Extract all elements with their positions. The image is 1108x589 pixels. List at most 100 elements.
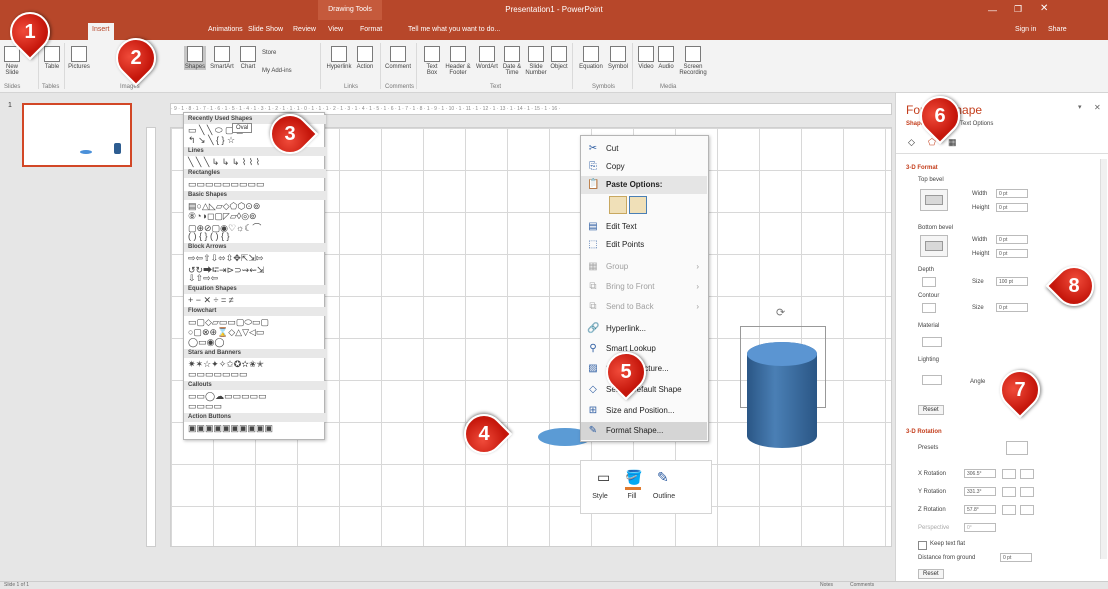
- sign-in-link[interactable]: Sign in: [1015, 26, 1036, 33]
- equation-icon: [583, 46, 599, 62]
- new-slide-button[interactable]: New Slide: [2, 46, 22, 76]
- depth-size-input[interactable]: 100 pt: [996, 277, 1028, 286]
- menu-item-edit-points[interactable]: ⬚ Edit Points: [581, 236, 707, 254]
- my-addins-button[interactable]: My Add-ins: [262, 68, 314, 74]
- shapes-gallery: Recently Used Shapes ▭ ╲ ╲ ⬭ ▢ ◻ Oval ↰ …: [183, 112, 326, 440]
- group-symbols: Symbols: [592, 84, 616, 90]
- lines-row[interactable]: ╲ ╲ ╲ ↳ ↳ ↳ ⌇ ⌇ ⌇: [188, 157, 260, 168]
- wordart-button[interactable]: WordArt: [474, 46, 500, 70]
- menu-item-set-default-shape[interactable]: ◇ Set as Default Shape: [581, 381, 707, 399]
- y-rotation-input[interactable]: 331.3°: [964, 487, 996, 496]
- tab-text-options[interactable]: Text Options: [960, 121, 993, 127]
- keep-text-flat-checkbox[interactable]: [918, 541, 927, 550]
- menu-item-cut[interactable]: ✂ Cut: [581, 140, 707, 158]
- tab-view[interactable]: View: [328, 26, 343, 33]
- x-rotation-input[interactable]: 306.5°: [964, 469, 996, 478]
- paste-keep-icon[interactable]: [609, 196, 627, 214]
- restore-icon[interactable]: ❐: [1014, 4, 1022, 15]
- style-icon[interactable]: ▭: [597, 469, 610, 486]
- video-button[interactable]: Video: [636, 46, 656, 70]
- rotate-ccw-icon[interactable]: [1002, 505, 1016, 515]
- z-rotation-input[interactable]: 57.8°: [964, 505, 996, 514]
- top-bevel-button[interactable]: [920, 189, 948, 211]
- chevron-down-icon[interactable]: ▾: [1078, 103, 1082, 111]
- shapes-button[interactable]: Shapes: [184, 46, 206, 70]
- close-icon[interactable]: ✕: [1040, 3, 1048, 14]
- material-label: Material: [918, 323, 940, 329]
- callouts-row2[interactable]: ▭▭▭▭: [188, 401, 222, 412]
- menu-item-copy[interactable]: ⎘ Copy: [581, 158, 707, 176]
- rotate-up-icon[interactable]: [1002, 487, 1016, 497]
- top-bevel-width[interactable]: 0 pt: [996, 189, 1028, 198]
- depth-color-button[interactable]: [922, 277, 936, 287]
- reset-button-2[interactable]: Reset: [918, 569, 944, 579]
- distance-input[interactable]: 0 pt: [1000, 553, 1032, 562]
- tell-me-box[interactable]: Tell me what you want to do...: [408, 26, 500, 33]
- store-button[interactable]: Store: [262, 50, 292, 56]
- action-buttons-row[interactable]: ▣▣▣▣▣▣▣▣▣▣: [188, 423, 273, 434]
- audio-button[interactable]: Audio: [656, 46, 676, 70]
- rotate-right-icon[interactable]: [1020, 469, 1034, 479]
- textbox-button[interactable]: Text Box: [422, 46, 442, 76]
- tab-format[interactable]: Format: [360, 26, 382, 33]
- notes-button[interactable]: Notes: [820, 582, 833, 588]
- section-3d-rotation[interactable]: 3-D Rotation: [906, 429, 942, 435]
- rectangles-row[interactable]: ▭▭▭▭▭▭▭▭▭: [188, 179, 265, 190]
- top-bevel-height[interactable]: 0 pt: [996, 203, 1028, 212]
- stars-row2[interactable]: ▭▭▭▭▭▭▭: [188, 369, 248, 380]
- smartart-button[interactable]: SmartArt: [208, 46, 236, 70]
- comments-button[interactable]: Comments: [850, 582, 874, 588]
- menu-item-smart-lookup[interactable]: ⚲ Smart Lookup: [581, 340, 707, 358]
- menu-item-edit-text[interactable]: ▤ Edit Text: [581, 218, 707, 236]
- object-icon: [551, 46, 567, 62]
- tab-animations[interactable]: Animations: [208, 26, 243, 33]
- rotate-cw-icon[interactable]: [1020, 505, 1034, 515]
- reset-button[interactable]: Reset: [918, 405, 944, 415]
- slide-number-button[interactable]: Slide Number: [524, 46, 548, 76]
- tab-slide-show[interactable]: Slide Show: [248, 26, 283, 33]
- action-button[interactable]: Action: [354, 46, 376, 70]
- screen-recording-button[interactable]: Screen Recording: [678, 46, 708, 76]
- tab-insert[interactable]: Insert: [88, 23, 114, 40]
- flowchart-row3[interactable]: ◯▭◉◯: [188, 337, 225, 348]
- slide-thumbnail[interactable]: [22, 103, 132, 167]
- equation-shapes-row[interactable]: + − ✕ ÷ = ≠: [188, 295, 234, 306]
- pictures-button[interactable]: Pictures: [66, 46, 92, 70]
- chart-button[interactable]: Chart: [238, 46, 258, 70]
- rotate-left-icon[interactable]: [1002, 469, 1016, 479]
- contour-size-input[interactable]: 0 pt: [996, 303, 1028, 312]
- menu-item-hyperlink[interactable]: 🔗 Hyperlink...: [581, 320, 707, 338]
- symbol-button[interactable]: Symbol: [606, 46, 630, 70]
- tab-review[interactable]: Review: [293, 26, 316, 33]
- material-button[interactable]: [922, 337, 942, 347]
- minimize-icon[interactable]: —: [988, 5, 997, 15]
- contour-color-button[interactable]: [922, 303, 936, 313]
- fill-line-icon[interactable]: ◇: [908, 137, 915, 148]
- size-properties-icon[interactable]: ▦: [948, 137, 957, 148]
- recent-shapes-row2[interactable]: ↰ ↘ ╲ { } ☆: [188, 135, 235, 146]
- menu-item-format-shape[interactable]: ✎ Format Shape...: [581, 422, 707, 440]
- outline-icon[interactable]: ✎: [657, 469, 669, 486]
- close-icon[interactable]: ✕: [1094, 103, 1101, 112]
- paste-picture-icon[interactable]: [629, 196, 647, 214]
- basic-shapes-row4[interactable]: ( ) { } ( ) { }: [188, 231, 230, 241]
- menu-item-size-position[interactable]: ⊞ Size and Position...: [581, 402, 707, 420]
- pane-scrollbar[interactable]: [1100, 159, 1107, 559]
- share-button[interactable]: Share: [1048, 26, 1067, 33]
- bottom-bevel-button[interactable]: [920, 235, 948, 257]
- hyperlink-button[interactable]: Hyperlink: [326, 46, 352, 70]
- date-time-button[interactable]: Date & Time: [500, 46, 524, 76]
- fill-icon[interactable]: 🪣: [625, 469, 642, 486]
- section-3d-format[interactable]: 3-D Format: [906, 165, 938, 171]
- equation-button[interactable]: Equation: [576, 46, 606, 70]
- comment-button[interactable]: Comment: [384, 46, 412, 70]
- lighting-button[interactable]: [922, 375, 942, 385]
- presets-button[interactable]: [1006, 441, 1028, 455]
- block-arrows-row3[interactable]: ⇩⇧⇨⇦: [188, 273, 218, 284]
- rotate-down-icon[interactable]: [1020, 487, 1034, 497]
- rotate-handle-icon[interactable]: ⟳: [776, 306, 785, 319]
- object-button[interactable]: Object: [548, 46, 570, 70]
- bottom-bevel-height[interactable]: 0 pt: [996, 249, 1028, 258]
- bottom-bevel-width[interactable]: 0 pt: [996, 235, 1028, 244]
- header-footer-button[interactable]: Header & Footer: [444, 46, 472, 76]
